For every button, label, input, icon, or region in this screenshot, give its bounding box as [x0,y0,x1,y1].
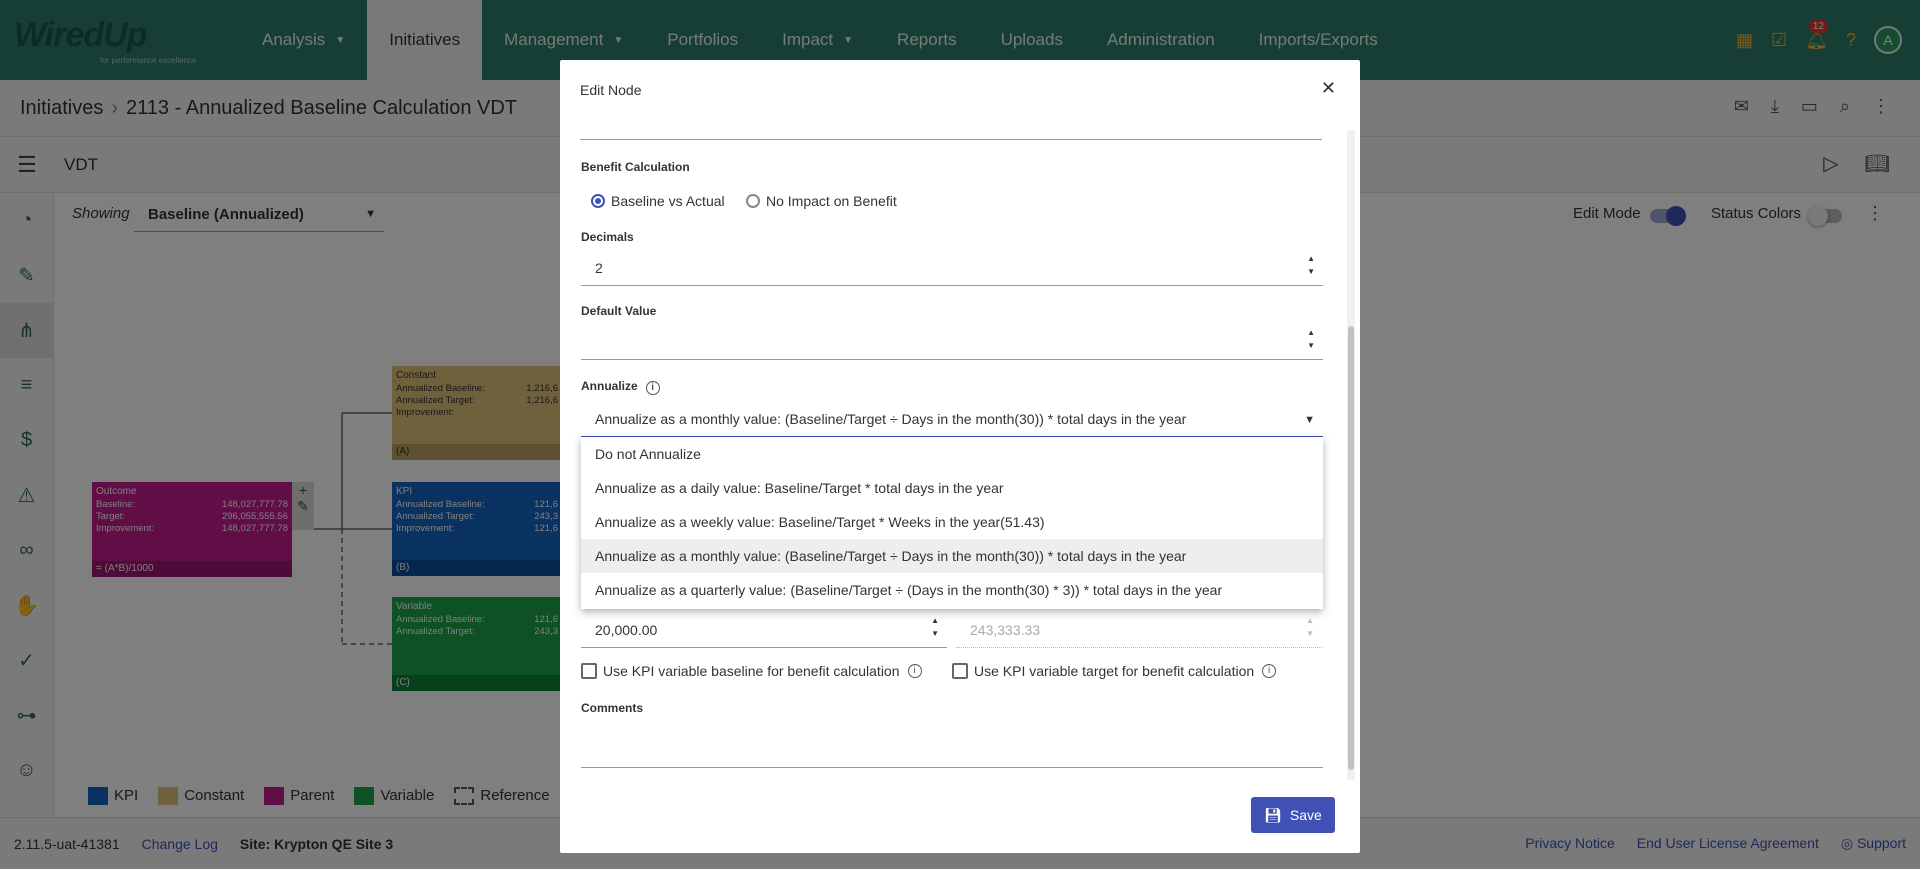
stepper-icon[interactable]: ▲ ▼ [1307,252,1315,278]
info-icon[interactable]: i [1262,664,1277,678]
annualize-label: Annualize i [581,379,660,395]
annualize-option[interactable]: Annualize as a weekly value: Baseline/Ta… [581,505,1323,539]
dialog-title: Edit Node [580,82,642,98]
scrollbar-thumb[interactable] [1348,326,1354,770]
annualize-option[interactable]: Annualize as a daily value: Baseline/Tar… [581,471,1323,505]
annualize-dropdown-list: Do not Annualize Annualize as a daily va… [581,437,1323,609]
annualize-option-selected[interactable]: Annualize as a monthly value: (Baseline/… [581,539,1323,573]
radio-no-impact[interactable]: No Impact on Benefit [746,193,897,209]
caret-down-icon: ▼ [1304,414,1315,426]
comments-label: Comments [581,701,644,715]
annualize-option[interactable]: Annualize as a quarterly value: (Baselin… [581,573,1323,607]
save-icon: 💾︎ [1264,806,1282,823]
dialog-scrollbar[interactable] [1347,130,1355,780]
annualize-select[interactable]: Annualize as a monthly value: (Baseline/… [581,406,1323,438]
benefit-calculation-label: Benefit Calculation [581,160,690,174]
save-button[interactable]: 💾︎ Save [1251,797,1335,833]
close-icon[interactable]: ✕ [1321,78,1336,99]
decimals-input[interactable]: 2 ▲ ▼ [581,252,1323,286]
info-icon[interactable]: i [645,381,660,395]
stepper-icon: ▲ ▼ [1306,616,1314,638]
comments-textarea[interactable] [581,720,1323,768]
stepper-icon[interactable]: ▲ ▼ [931,614,939,640]
use-kpi-target-checkbox[interactable]: Use KPI variable target for benefit calc… [952,663,1277,679]
annualize-option[interactable]: Do not Annualize [581,437,1323,471]
use-kpi-baseline-checkbox[interactable]: Use KPI variable baseline for benefit ca… [581,663,922,679]
radio-baseline-vs-actual[interactable]: Baseline vs Actual [591,193,725,209]
default-value-input[interactable]: ▲ ▼ [581,326,1323,360]
target-input[interactable]: 20,000.00 ▲ ▼ [581,614,947,648]
default-value-label: Default Value [581,304,657,318]
annualized-target-input: 243,333.33 ▲ ▼ [956,614,1322,648]
info-icon[interactable]: i [907,664,922,678]
stepper-icon[interactable]: ▲ ▼ [1307,326,1315,352]
previous-field-underline [580,139,1322,140]
decimals-label: Decimals [581,230,634,244]
